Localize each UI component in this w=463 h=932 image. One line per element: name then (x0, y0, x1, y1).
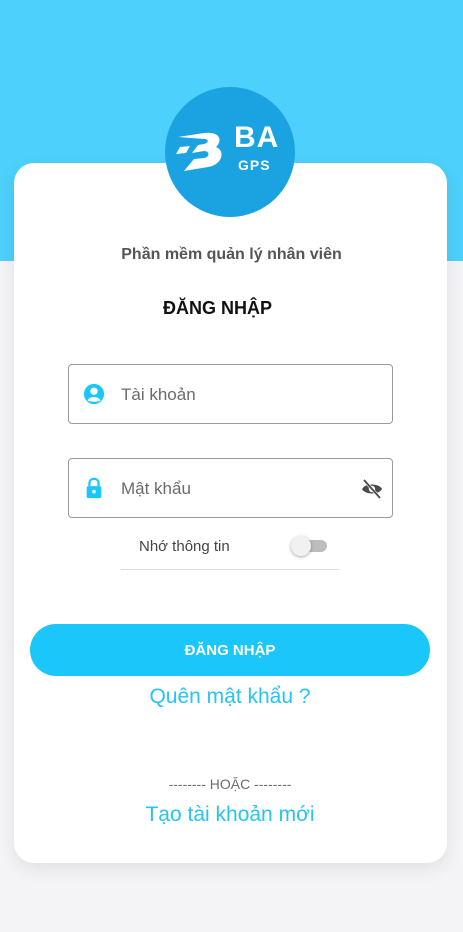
ba-gps-logo: BA GPS (165, 87, 295, 217)
logo-text-ba: BA (234, 121, 280, 154)
or-divider: -------- HOẶC -------- (168, 776, 292, 792)
lock-icon (86, 477, 102, 499)
create-account-link[interactable]: Tạo tài khoản mới (0, 803, 460, 827)
eye-off-icon[interactable] (360, 477, 384, 501)
username-placeholder: Tài khoản (121, 385, 196, 404)
person-circle-icon (83, 383, 105, 405)
username-field[interactable]: Tài khoản (68, 364, 393, 424)
app-subtitle: Phần mềm quản lý nhân viên (121, 246, 342, 263)
login-button[interactable]: ĐĂNG NHẬP (30, 624, 430, 676)
remember-row: Nhớ thông tin (121, 530, 339, 570)
ba-logo-mark-icon (176, 132, 222, 171)
password-field[interactable]: Mật khẩu (68, 458, 393, 518)
forgot-password-link[interactable]: Quên mật khẩu ? (0, 685, 460, 709)
password-placeholder: Mật khẩu (121, 479, 191, 498)
page-title: ĐĂNG NHẬP (162, 298, 272, 318)
remember-toggle[interactable] (291, 536, 327, 556)
logo-text-gps: GPS (238, 157, 271, 173)
toggle-knob (291, 536, 311, 556)
remember-label: Nhớ thông tin (139, 538, 230, 555)
